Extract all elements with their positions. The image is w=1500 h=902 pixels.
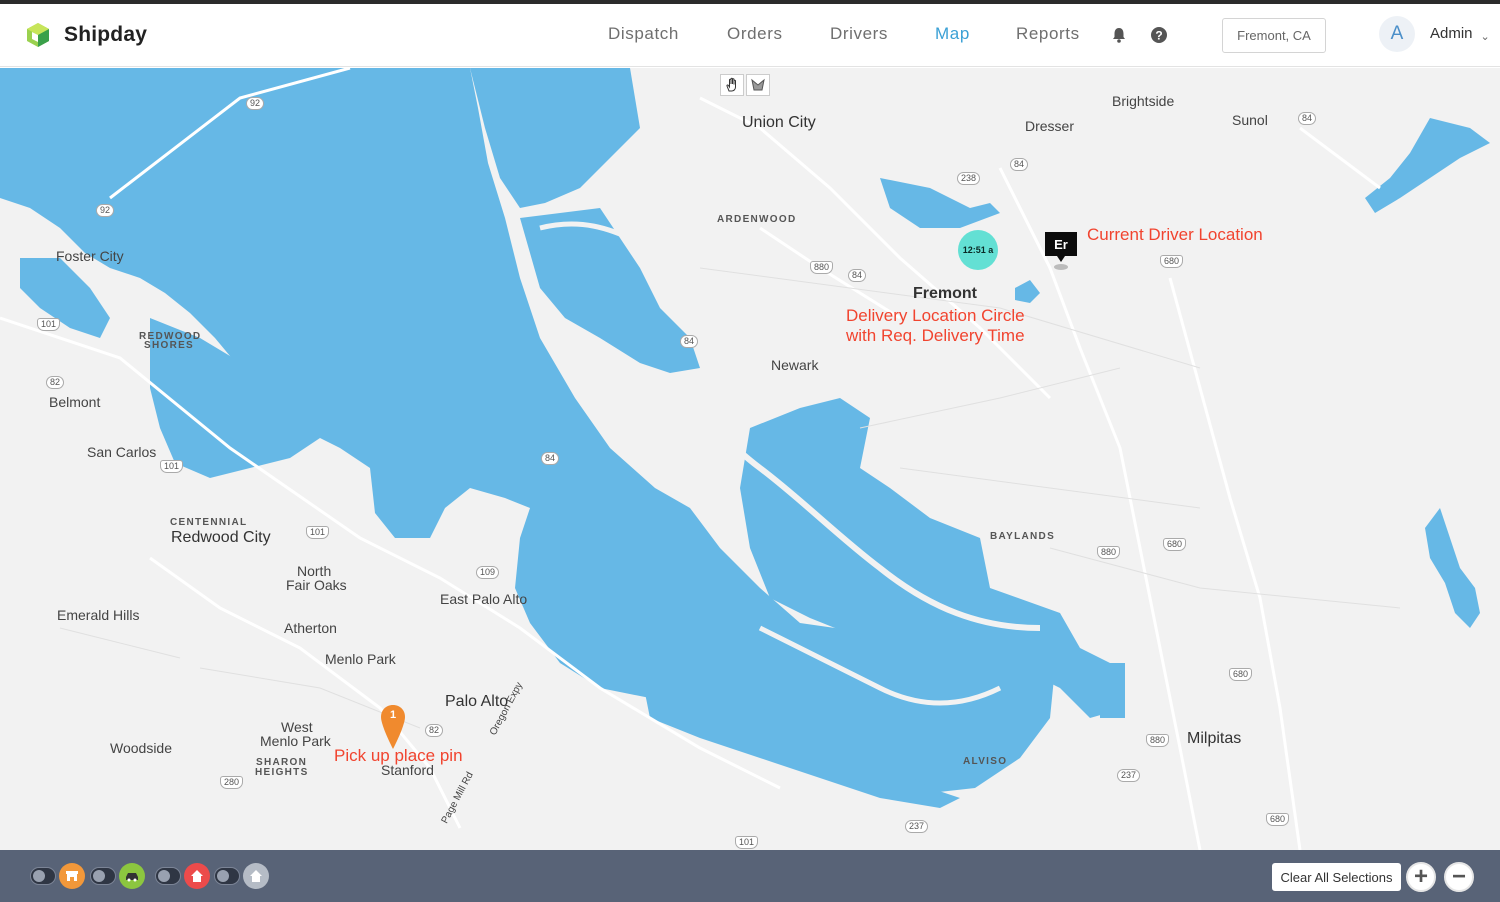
label-san-carlos: San Carlos (87, 444, 157, 460)
annotation-driver: Current Driver Location (1087, 225, 1263, 244)
zoom-in-button[interactable]: + (1406, 862, 1436, 892)
label-ardenwood: ARDENWOOD (717, 214, 797, 225)
highway-shield: 101 (735, 836, 759, 849)
highway-shield: 109 (476, 566, 500, 579)
plus-icon: + (1413, 863, 1428, 890)
map-canvas[interactable]: Union City Brightside Dresser Sunol ARDE… (0, 68, 1500, 850)
label-east-palo-alto: East Palo Alto (440, 591, 528, 607)
highway-shield: 880 (1146, 734, 1170, 747)
highway-shield: 280 (220, 776, 244, 789)
label-west-menlo-2: Menlo Park (260, 733, 331, 749)
map-base (0, 68, 1490, 850)
driver-marker[interactable]: Er (1045, 232, 1077, 277)
label-palo-alto: Palo Alto (445, 693, 509, 710)
label-sunol: Sunol (1232, 112, 1268, 128)
label-woodside: Woodside (110, 740, 173, 756)
annotation-delivery-2: with Req. Delivery Time (846, 326, 1025, 345)
map-tools (720, 74, 770, 96)
highway-shield: 880 (1097, 546, 1121, 559)
filter-toggle[interactable] (214, 867, 240, 885)
bottom-toolbar: Clear All Selections + − (0, 850, 1500, 902)
label-newark: Newark (771, 357, 819, 373)
location-selector[interactable]: Fremont, CA (1222, 18, 1326, 53)
filter-toggle[interactable] (90, 867, 116, 885)
zoom-out-button[interactable]: − (1444, 862, 1474, 892)
highway-shield: 84 (848, 269, 867, 282)
logo[interactable]: Shipday (26, 22, 147, 48)
nav-drivers[interactable]: Drivers (830, 24, 888, 44)
highway-shield: 237 (1117, 769, 1141, 782)
filter-toggle[interactable] (155, 867, 181, 885)
highway-shield: 84 (1010, 158, 1029, 171)
driver-initials: Er (1045, 232, 1077, 256)
clear-all-selections-button[interactable]: Clear All Selections (1272, 863, 1401, 891)
label-menlo-park: Menlo Park (325, 651, 396, 667)
highway-shield: 84 (1298, 112, 1317, 125)
car-icon[interactable] (119, 863, 145, 889)
highway-shield: 680 (1160, 255, 1184, 268)
label-emerald-hills: Emerald Hills (57, 607, 140, 623)
home-icon[interactable] (243, 863, 269, 889)
delivery-location-circle[interactable]: 12:51 a (958, 230, 998, 270)
highway-shield: 84 (541, 452, 560, 465)
filter-toggle[interactable] (30, 867, 56, 885)
highway-shield: 84 (680, 335, 699, 348)
filter-restaurant (30, 863, 85, 889)
annotation-pickup: Pick up place pin (334, 746, 463, 765)
store-icon[interactable] (59, 863, 85, 889)
highway-shield: 237 (905, 820, 929, 833)
annotation-delivery-1: Delivery Location Circle (846, 306, 1025, 325)
highway-shield: 880 (810, 261, 834, 274)
nav-dispatch[interactable]: Dispatch (608, 24, 679, 44)
label-centennial: CENTENNIAL (170, 517, 248, 528)
label-dresser: Dresser (1025, 118, 1075, 134)
minus-icon: − (1451, 863, 1466, 890)
user-name: Admin (1430, 25, 1473, 42)
label-foster-city: Foster City (56, 248, 124, 264)
label-redwood-shores-2: SHORES (144, 340, 195, 351)
label-sharon-2: HEIGHTS (255, 767, 309, 778)
highway-shield: 680 (1163, 538, 1187, 551)
label-belmont: Belmont (49, 394, 101, 410)
label-atherton: Atherton (284, 620, 337, 636)
filter-home (155, 863, 210, 889)
label-brightside: Brightside (1112, 93, 1175, 109)
label-redwood-city: Redwood City (171, 529, 271, 546)
user-menu[interactable]: Admin ⌄ (1430, 25, 1490, 43)
highway-shield: 92 (246, 97, 265, 110)
pickup-number: 1 (389, 709, 397, 721)
app-name: Shipday (64, 23, 148, 46)
home-icon[interactable] (184, 863, 210, 889)
hand-icon[interactable] (720, 74, 744, 96)
svg-text:?: ? (1155, 29, 1162, 43)
label-alviso: ALVISO (963, 756, 1008, 767)
driver-pointer-icon (1054, 256, 1068, 270)
highway-shield: 680 (1266, 813, 1290, 826)
highway-shield: 680 (1229, 668, 1253, 681)
bell-icon[interactable] (1110, 26, 1128, 44)
draw-shape-icon[interactable] (746, 74, 770, 96)
highway-shield: 101 (37, 318, 61, 331)
label-union-city: Union City (742, 114, 816, 131)
label-fremont: Fremont (913, 285, 977, 302)
label-north-fair-oaks-2: Fair Oaks (286, 577, 347, 593)
nav-reports[interactable]: Reports (1016, 24, 1080, 44)
nav-orders[interactable]: Orders (727, 24, 783, 44)
help-icon[interactable]: ? (1150, 26, 1168, 44)
highway-shield: 82 (425, 724, 444, 737)
filter-driver (90, 863, 145, 889)
highway-shield: 82 (46, 376, 65, 389)
highway-shield: 92 (96, 204, 115, 217)
highway-shield: 238 (957, 172, 981, 185)
header: Shipday Dispatch Orders Drivers Map Repo… (0, 4, 1500, 67)
nav-map[interactable]: Map (935, 24, 970, 44)
highway-shield: 101 (160, 460, 184, 473)
filter-home-grey (214, 863, 269, 889)
label-baylands: BAYLANDS (990, 531, 1056, 542)
shipday-logo-icon (27, 23, 49, 47)
label-milpitas: Milpitas (1187, 730, 1242, 747)
avatar[interactable]: A (1379, 16, 1415, 52)
highway-shield: 101 (306, 526, 330, 539)
chevron-down-icon: ⌄ (1480, 31, 1490, 43)
